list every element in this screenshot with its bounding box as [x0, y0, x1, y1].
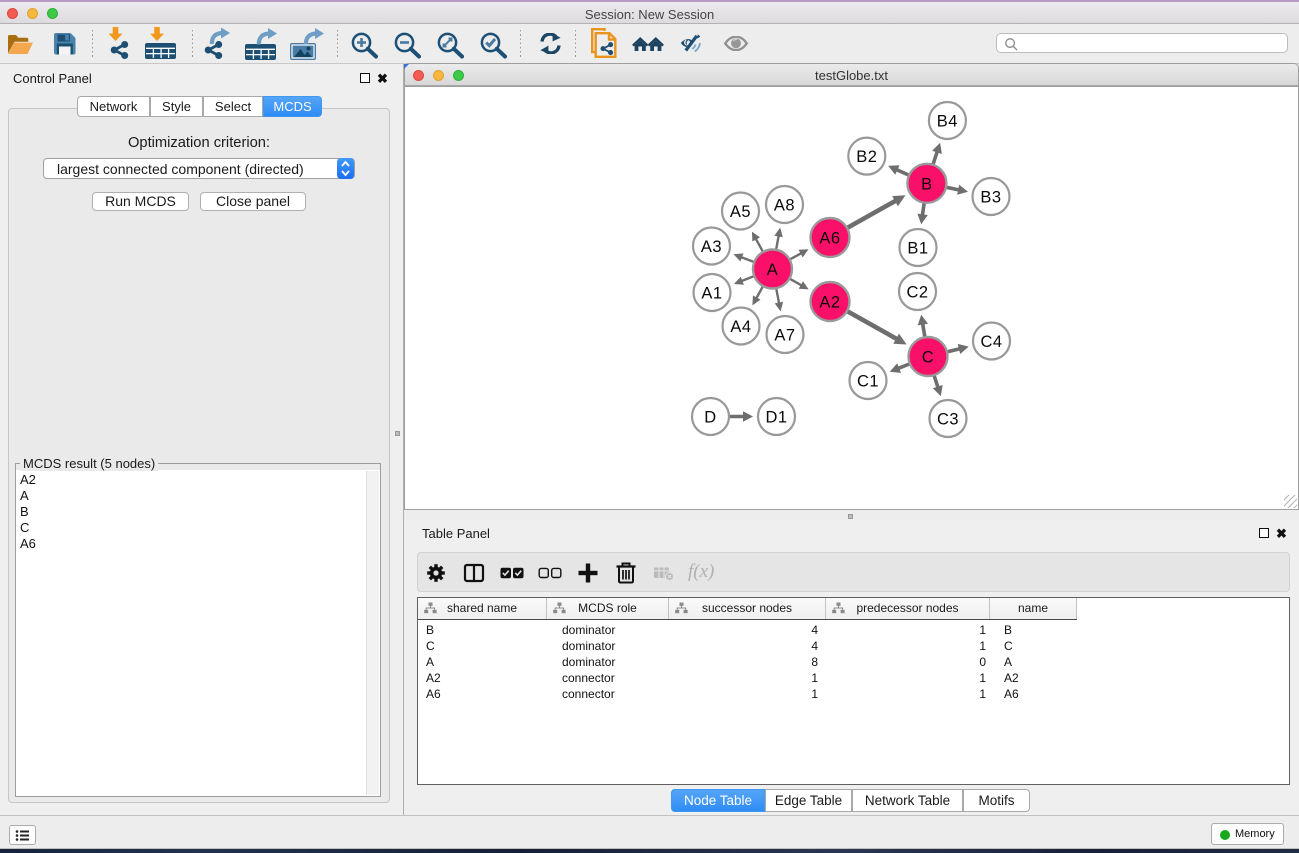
svg-text:B2: B2 [856, 148, 877, 166]
svg-text:B3: B3 [980, 189, 1001, 207]
svg-text:A8: A8 [774, 197, 795, 215]
svg-text:A1: A1 [701, 285, 722, 303]
svg-text:C4: C4 [980, 333, 1002, 351]
svg-text:A3: A3 [701, 238, 722, 256]
svg-text:D: D [704, 409, 716, 427]
svg-text:A2: A2 [819, 294, 840, 312]
svg-text:C3: C3 [937, 411, 959, 429]
svg-text:B4: B4 [937, 113, 958, 131]
svg-text:A: A [767, 261, 779, 279]
svg-text:A7: A7 [774, 327, 795, 345]
svg-text:B: B [921, 175, 933, 193]
svg-text:C1: C1 [857, 373, 879, 391]
svg-text:C2: C2 [906, 284, 928, 302]
svg-text:A4: A4 [730, 318, 751, 336]
svg-text:B1: B1 [907, 240, 928, 258]
svg-text:A5: A5 [730, 203, 751, 221]
svg-text:A6: A6 [819, 230, 840, 248]
svg-text:C: C [922, 349, 934, 367]
svg-text:D1: D1 [765, 409, 787, 427]
